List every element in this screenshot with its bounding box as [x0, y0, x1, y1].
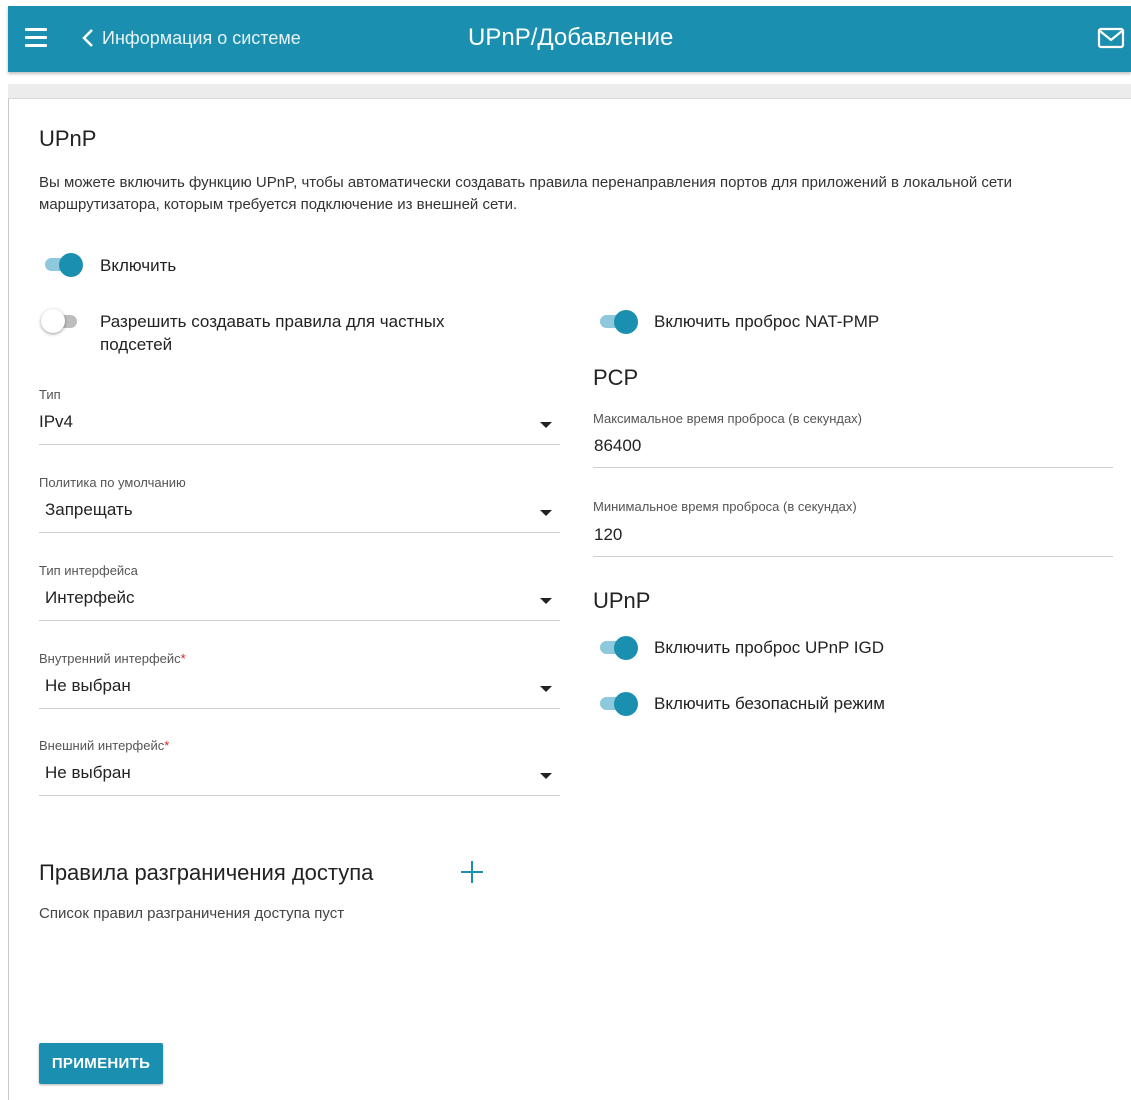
upnp-igd-label: Включить проброс UPnP IGD [654, 638, 885, 657]
internal-interface-value: Не выбран [45, 676, 131, 695]
back-label: Информация о системе [102, 27, 301, 48]
caret-down-icon [540, 510, 552, 516]
back-link[interactable]: Информация о системе [82, 24, 301, 52]
nat-pmp-label: Включить проброс NAT-PMP [654, 312, 880, 331]
min-time-input[interactable]: 120 [593, 516, 1113, 557]
private-subnets-toggle[interactable] [41, 308, 81, 334]
upnp-subsection-title: UPnP [593, 588, 651, 613]
nat-pmp-toggle[interactable] [596, 308, 638, 334]
required-mark: * [164, 738, 170, 753]
min-time-label: Минимальное время проброса (в секундах) [593, 499, 857, 514]
default-policy-select[interactable]: Запрещать [39, 492, 560, 533]
interface-type-value: Интерфейс [45, 588, 135, 607]
upnp-section-title: UPnP [39, 126, 97, 151]
interface-type-select[interactable]: Интерфейс [39, 580, 560, 621]
left-border [8, 84, 9, 1100]
access-rules-empty-text: Список правил разграничения доступа пуст [39, 905, 345, 922]
caret-down-icon [540, 598, 552, 604]
external-interface-value: Не выбран [45, 763, 131, 782]
caret-down-icon [540, 773, 552, 779]
secure-mode-label: Включить безопасный режим [654, 694, 885, 713]
envelope-icon[interactable] [1097, 27, 1125, 49]
caret-down-icon [540, 686, 552, 692]
upnp-igd-toggle[interactable] [596, 634, 638, 660]
header-divider [8, 84, 1131, 99]
top-bar: Информация о системе UPnP/Добавление [8, 6, 1131, 72]
pcp-title: PCP [593, 365, 639, 390]
max-time-value: 86400 [594, 436, 642, 455]
type-select[interactable]: IPv4 [39, 404, 560, 445]
upnp-description: Вы можете включить функцию UPnP, чтобы а… [39, 174, 1012, 213]
default-policy-value: Запрещать [45, 500, 133, 519]
external-interface-select[interactable]: Не выбран [39, 755, 560, 796]
default-policy-label: Политика по умолчанию [39, 475, 186, 490]
caret-down-icon [540, 422, 552, 428]
enable-label: Включить [100, 256, 177, 275]
interface-type-label: Тип интерфейса [39, 563, 138, 578]
type-label: Тип [39, 387, 61, 402]
plus-icon[interactable] [460, 860, 484, 884]
internal-interface-select[interactable]: Не выбран [39, 668, 560, 709]
page-title: UPnP/Добавление [468, 24, 674, 51]
min-time-value: 120 [594, 525, 623, 544]
type-value: IPv4 [39, 412, 74, 431]
access-rules-title: Правила разграничения доступа [39, 860, 374, 885]
chevron-left-icon [82, 29, 93, 47]
external-interface-label: Внешний интерфейс* [39, 738, 170, 753]
max-time-input[interactable]: 86400 [593, 427, 1113, 468]
secure-mode-toggle[interactable] [596, 690, 638, 716]
apply-button[interactable]: ПРИМЕНИТЬ [39, 1043, 163, 1084]
max-time-label: Максимальное время проброса (в секундах) [593, 411, 863, 426]
private-subnets-label: Разрешить создавать правила для частных … [100, 312, 445, 354]
required-mark: * [180, 651, 186, 666]
internal-interface-label: Внутренний интерфейс* [39, 651, 186, 666]
hamburger-icon[interactable] [25, 27, 47, 47]
enable-toggle[interactable] [41, 251, 83, 277]
